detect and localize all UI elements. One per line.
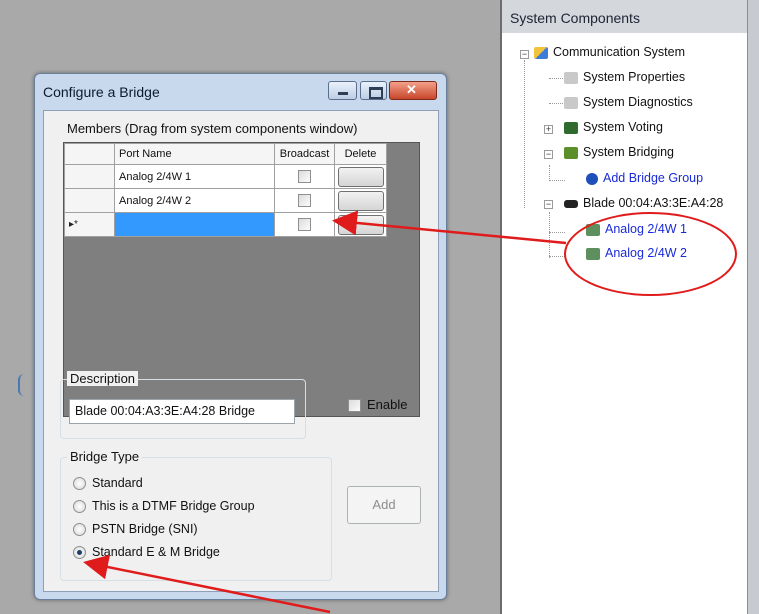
radio-label: Standard E & M Bridge: [92, 545, 220, 559]
tree-guide-line: [549, 212, 550, 258]
panel-title: System Components: [502, 0, 747, 33]
broadcast-checkbox[interactable]: [298, 194, 311, 207]
table-row[interactable]: Analog 2/4W 2: [64, 188, 387, 213]
dialog-titlebar[interactable]: Configure a Bridge: [35, 74, 446, 110]
tree-guide-line: [549, 180, 565, 181]
add-icon: [586, 172, 598, 185]
minimize-button[interactable]: [328, 81, 357, 100]
tree-label: Blade 00:04:A3:3E:A4:28: [583, 196, 724, 210]
maximize-button[interactable]: [360, 81, 387, 100]
radio-icon[interactable]: [73, 477, 86, 491]
tree-item-communication-system[interactable]: Communication System: [534, 45, 685, 59]
voting-icon: [564, 121, 578, 134]
radio-label: This is a DTMF Bridge Group: [92, 499, 255, 513]
tree-label: Communication System: [553, 45, 685, 59]
broadcast-checkbox[interactable]: [298, 218, 311, 231]
delete-cell: [334, 188, 387, 213]
column-header-port-name[interactable]: Port Name: [114, 143, 275, 165]
delete-row-button[interactable]: [337, 166, 384, 187]
row-header[interactable]: [64, 188, 115, 213]
broadcast-cell: [274, 188, 335, 213]
radio-em-bridge[interactable]: Standard E & M Bridge: [73, 545, 220, 560]
bridge-type-label: Bridge Type: [67, 449, 143, 464]
collapse-toggle[interactable]: −: [520, 50, 529, 59]
tree-item-system-voting[interactable]: System Voting: [564, 120, 663, 134]
diagnostics-icon: [564, 96, 578, 109]
members-label: Members (Drag from system components win…: [67, 121, 358, 136]
table-row-new[interactable]: ▸*: [64, 212, 387, 237]
bridge-type-group: Bridge Type Standard This is a DTMF Brid…: [60, 449, 332, 581]
tree-label: System Properties: [583, 70, 686, 84]
tree-label: Add Bridge Group: [603, 171, 704, 185]
expand-toggle[interactable]: +: [544, 125, 553, 134]
description-input[interactable]: Blade 00:04:A3:3E:A4:28 Bridge: [69, 399, 295, 424]
broadcast-cell: [274, 164, 335, 189]
tree-guide-line: [549, 78, 565, 79]
system-components-panel: System Components − Communication System…: [500, 0, 759, 614]
column-header-delete[interactable]: Delete: [334, 143, 387, 165]
tree-item-blade[interactable]: Blade 00:04:A3:3E:A4:28: [564, 196, 723, 210]
broadcast-checkbox[interactable]: [298, 170, 311, 183]
tree-label: System Bridging: [583, 145, 675, 159]
radio-label: PSTN Bridge (SNI): [92, 522, 198, 536]
column-header-broadcast[interactable]: Broadcast: [274, 143, 335, 165]
radio-icon[interactable]: [73, 500, 86, 514]
collapse-toggle[interactable]: −: [544, 150, 553, 159]
grid-header-row: Port Name Broadcast Delete: [64, 143, 387, 165]
tree-label: System Voting: [583, 120, 663, 134]
tree-item-system-properties[interactable]: System Properties: [564, 70, 685, 84]
tree-guide-line: [549, 256, 565, 257]
delete-cell: [334, 164, 387, 189]
panel-scrollbar[interactable]: [747, 0, 759, 614]
collapse-toggle[interactable]: −: [544, 200, 553, 209]
network-icon: [534, 46, 548, 59]
enable-label: Enable: [367, 397, 408, 412]
tree-item-system-bridging[interactable]: System Bridging: [564, 145, 674, 159]
port-name-cell-selected[interactable]: [114, 212, 275, 237]
blade-icon: [564, 199, 578, 208]
delete-row-button[interactable]: [337, 214, 384, 235]
delete-row-button[interactable]: [337, 190, 384, 211]
delete-cell: [334, 212, 387, 237]
window-edge-marker: [18, 374, 24, 396]
port-name-cell[interactable]: Analog 2/4W 1: [114, 164, 275, 189]
tree-guide-line: [524, 60, 525, 208]
radio-standard[interactable]: Standard: [73, 476, 143, 491]
description-label: Description: [67, 371, 139, 386]
dialog-title: Configure a Bridge: [43, 84, 160, 100]
table-row[interactable]: Analog 2/4W 1: [64, 164, 387, 189]
tree-item-system-diagnostics[interactable]: System Diagnostics: [564, 95, 693, 109]
radio-label: Standard: [92, 476, 143, 490]
broadcast-cell: [274, 212, 335, 237]
description-group: Description Blade 00:04:A3:3E:A4:28 Brid…: [60, 371, 306, 439]
radio-icon[interactable]: [73, 523, 86, 537]
radio-dtmf[interactable]: This is a DTMF Bridge Group: [73, 499, 255, 514]
tree-guide-line: [549, 165, 550, 181]
bridging-icon: [564, 146, 578, 159]
radio-icon-selected[interactable]: [73, 546, 86, 560]
enable-checkbox[interactable]: [348, 399, 361, 413]
tree-guide-line: [549, 232, 565, 233]
add-button[interactable]: Add: [347, 486, 421, 524]
port-name-cell[interactable]: Analog 2/4W 2: [114, 188, 275, 213]
enable-checkbox-row[interactable]: Enable: [348, 397, 408, 413]
tree-guide-line: [549, 103, 565, 104]
radio-pstn[interactable]: PSTN Bridge (SNI): [73, 522, 198, 537]
row-header[interactable]: [64, 164, 115, 189]
tree-item-add-bridge-group[interactable]: Add Bridge Group: [586, 171, 703, 185]
row-header-corner: [64, 143, 115, 165]
close-button[interactable]: [389, 81, 437, 100]
tree-label: System Diagnostics: [583, 95, 693, 109]
new-row-marker[interactable]: ▸*: [64, 212, 115, 237]
properties-icon: [564, 71, 578, 84]
annotation-ellipse: [564, 212, 737, 296]
